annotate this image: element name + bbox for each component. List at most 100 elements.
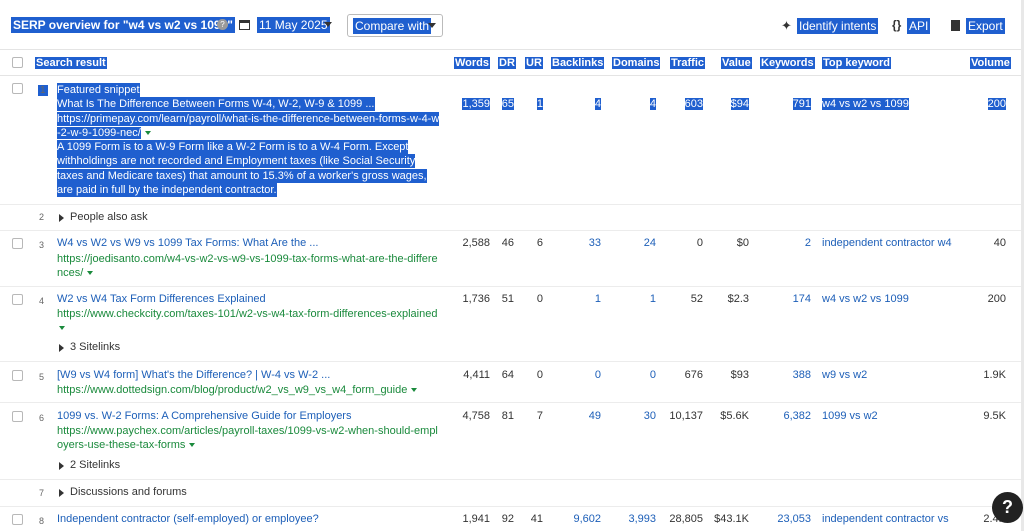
top-keyword-link[interactable]: w4 vs w2 vs 1099: [822, 293, 909, 305]
col-backlinks[interactable]: Backlinks: [551, 57, 605, 69]
expand-triangle-icon[interactable]: [59, 214, 64, 222]
keywords-value[interactable]: 791: [792, 98, 811, 110]
result-url[interactable]: https://primepay.com/learn/payroll/what-…: [57, 112, 440, 126]
domains-value[interactable]: 4: [649, 98, 656, 110]
result-url[interactable]: oyers-use-these-tax-forms: [57, 438, 196, 452]
sitelinks-toggle[interactable]: 3 Sitelinks: [70, 341, 120, 353]
discussions-forums-label[interactable]: Discussions and forums: [70, 486, 187, 498]
row-checkbox[interactable]: [12, 514, 23, 525]
chevron-down-icon[interactable]: [144, 131, 151, 136]
top-keyword-link[interactable]: independent contractor w4: [822, 237, 952, 249]
sitelinks-toggle[interactable]: 2 Sitelinks: [70, 459, 120, 471]
chevron-down-icon[interactable]: [411, 388, 418, 393]
domains-value[interactable]: 30: [644, 410, 656, 422]
domains-value[interactable]: 3,993: [628, 513, 656, 525]
col-search-result[interactable]: Search result: [35, 57, 107, 69]
col-top-keyword[interactable]: Top keyword: [822, 57, 892, 69]
keywords-value[interactable]: 174: [793, 293, 811, 305]
result-url-line2[interactable]: nces/: [57, 267, 83, 279]
keywords-value[interactable]: 6,382: [783, 410, 811, 422]
col-keywords[interactable]: Keywords: [760, 57, 815, 69]
col-ur[interactable]: UR: [525, 57, 543, 69]
compare-with-label[interactable]: Compare with: [353, 18, 432, 34]
backlinks-value[interactable]: 49: [589, 410, 601, 422]
col-domains[interactable]: Domains: [612, 57, 661, 69]
words-value: 1,736: [462, 293, 490, 305]
result-title-link[interactable]: What Is The Difference Between Forms W-4…: [57, 97, 375, 111]
keywords-value[interactable]: 2: [805, 237, 811, 249]
help-chat-button[interactable]: ?: [992, 492, 1023, 523]
chevron-down-icon[interactable]: [189, 443, 196, 448]
dr-value: 64: [501, 369, 514, 381]
snippet-text: taxes and Medicare taxes) that amount to…: [57, 169, 427, 183]
value-value: $5.6K: [720, 410, 749, 422]
volume-value: 200: [987, 293, 1006, 305]
export-button[interactable]: Export: [966, 18, 1005, 34]
result-url[interactable]: https://joedisanto.com/w4-vs-w2-vs-w9-vs…: [57, 252, 438, 266]
result-title-link[interactable]: W2 vs W4 Tax Form Differences Explained: [57, 293, 266, 305]
domains-value[interactable]: 24: [644, 237, 656, 249]
backlinks-value[interactable]: 33: [589, 237, 601, 249]
result-url[interactable]: https://www.checkcity.com/taxes-101/w2-v…: [57, 307, 437, 321]
row-checkbox[interactable]: [12, 83, 23, 94]
domains-value[interactable]: 0: [650, 369, 656, 381]
top-keyword-link[interactable]: w9 vs w2: [822, 369, 867, 381]
top-keyword-link[interactable]: 1099 vs w2: [822, 410, 878, 422]
select-all-checkbox[interactable]: [12, 57, 23, 68]
result-url[interactable]: https://www.dottedsign.com/blog/product/…: [57, 383, 418, 397]
chevron-down-icon[interactable]: [59, 326, 65, 330]
traffic-value: 28,805: [669, 513, 703, 525]
expand-triangle-icon[interactable]: [59, 489, 64, 497]
col-words[interactable]: Words: [454, 57, 491, 69]
traffic-value: 676: [684, 369, 703, 381]
chevron-down-icon[interactable]: [324, 22, 332, 27]
result-url-line2[interactable]: -2-w-9-1099-nec/: [57, 127, 141, 139]
words-value: 2,588: [462, 237, 490, 249]
keywords-value[interactable]: 23,053: [777, 513, 811, 525]
col-traffic[interactable]: Traffic: [670, 57, 706, 69]
result-title-link[interactable]: 1099 vs. W-2 Forms: A Comprehensive Guid…: [57, 410, 351, 422]
sparkle-icon[interactable]: ✦: [781, 18, 792, 34]
expand-triangle-icon[interactable]: [59, 344, 64, 352]
chevron-down-icon[interactable]: [87, 271, 94, 276]
row-checkbox[interactable]: [12, 238, 23, 249]
people-also-ask-label[interactable]: People also ask: [70, 211, 148, 223]
result-title-link[interactable]: W4 vs W2 vs W9 vs 1099 Tax Forms: What A…: [57, 237, 318, 249]
col-value[interactable]: Value: [721, 57, 752, 69]
row-checkbox[interactable]: [12, 294, 23, 305]
table-header: Search result Words DR UR Backlinks Doma…: [0, 50, 1021, 76]
result-url[interactable]: -2-w-9-1099-nec/: [57, 126, 151, 140]
code-braces-icon[interactable]: {}: [892, 18, 901, 32]
traffic-value: 0: [696, 237, 703, 249]
domains-value[interactable]: 1: [650, 293, 656, 305]
backlinks-value[interactable]: 0: [595, 369, 601, 381]
col-dr[interactable]: DR: [498, 57, 516, 69]
file-export-icon[interactable]: [951, 20, 960, 31]
result-title-link[interactable]: [W9 vs W4 form] What's the Difference? |…: [57, 369, 330, 381]
result-url-text[interactable]: https://www.dottedsign.com/blog/product/…: [57, 384, 407, 396]
table-row: 5 [W9 vs W4 form] What's the Difference?…: [0, 362, 1021, 403]
expand-triangle-icon[interactable]: [59, 462, 64, 470]
result-title-link[interactable]: Independent contractor (self-employed) o…: [57, 513, 319, 525]
calendar-icon[interactable]: [239, 20, 250, 30]
row-checkbox[interactable]: [12, 370, 23, 381]
result-url[interactable]: nces/: [57, 266, 94, 280]
question-circle-icon[interactable]: ?: [217, 19, 228, 30]
top-keyword-link[interactable]: w4 vs w2 vs 1099: [822, 98, 909, 110]
row-checkbox[interactable]: [12, 411, 23, 422]
result-url[interactable]: https://www.paychex.com/articles/payroll…: [57, 424, 438, 438]
identify-intents-button[interactable]: Identify intents: [797, 18, 879, 34]
chevron-down-icon[interactable]: [428, 23, 436, 28]
date-picker-button[interactable]: 11 May 2025: [257, 17, 330, 33]
col-volume[interactable]: Volume: [970, 57, 1011, 69]
result-url-line2[interactable]: oyers-use-these-tax-forms: [57, 439, 185, 451]
backlinks-value[interactable]: 1: [595, 293, 601, 305]
snippet-text: are paid in full by the independent cont…: [57, 183, 277, 197]
value-value: $43.1K: [714, 513, 749, 525]
backlinks-value[interactable]: 4: [594, 98, 601, 110]
keywords-value[interactable]: 388: [793, 369, 811, 381]
backlinks-value[interactable]: 9,602: [573, 513, 601, 525]
dr-value: 51: [501, 293, 514, 305]
api-button[interactable]: API: [907, 18, 931, 34]
top-keyword-link[interactable]: independent contractor vs: [822, 513, 949, 525]
